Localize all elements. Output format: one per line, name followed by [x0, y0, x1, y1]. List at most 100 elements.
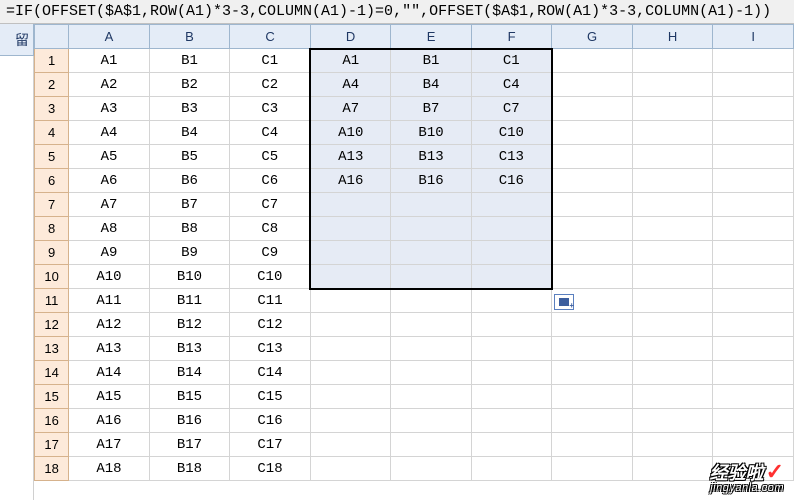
column-header-C[interactable]: C	[230, 25, 311, 49]
row-header-16[interactable]: 16	[35, 409, 69, 433]
sheet-table[interactable]: ABCDEFGHI1A1B1C1A1B1C12A2B2C2A4B4C43A3B3…	[34, 24, 794, 481]
cell[interactable]: B5	[149, 145, 230, 169]
cell[interactable]	[310, 361, 391, 385]
cell[interactable]: A12	[69, 313, 150, 337]
cell[interactable]	[310, 313, 391, 337]
cell[interactable]	[552, 409, 633, 433]
row-header-12[interactable]: 12	[35, 313, 69, 337]
cell[interactable]: A8	[69, 217, 150, 241]
cell[interactable]: A2	[69, 73, 150, 97]
cell[interactable]: B11	[149, 289, 230, 313]
cell[interactable]: C17	[230, 433, 311, 457]
cell[interactable]	[310, 217, 391, 241]
cell[interactable]: C10	[230, 265, 311, 289]
cell[interactable]	[552, 97, 633, 121]
cell[interactable]	[310, 265, 391, 289]
cell[interactable]	[391, 289, 472, 313]
cell[interactable]	[471, 457, 552, 481]
cell[interactable]	[391, 265, 472, 289]
cell[interactable]	[713, 433, 794, 457]
cell[interactable]	[552, 121, 633, 145]
paste-options-tag[interactable]: +	[554, 294, 574, 310]
cell[interactable]	[552, 265, 633, 289]
cell[interactable]	[310, 337, 391, 361]
cell[interactable]: B3	[149, 97, 230, 121]
column-header-G[interactable]: G	[552, 25, 633, 49]
cell[interactable]	[713, 97, 794, 121]
cell[interactable]	[632, 121, 713, 145]
cell[interactable]	[391, 457, 472, 481]
cell[interactable]: B7	[391, 97, 472, 121]
cell[interactable]	[471, 385, 552, 409]
cell[interactable]: A13	[310, 145, 391, 169]
cell[interactable]: A13	[69, 337, 150, 361]
cell[interactable]	[632, 145, 713, 169]
cell[interactable]: A10	[69, 265, 150, 289]
row-header-13[interactable]: 13	[35, 337, 69, 361]
cell[interactable]	[713, 121, 794, 145]
cell[interactable]	[713, 289, 794, 313]
cell[interactable]: B13	[391, 145, 472, 169]
cell[interactable]	[552, 217, 633, 241]
cell[interactable]	[632, 409, 713, 433]
cell[interactable]: B18	[149, 457, 230, 481]
cell[interactable]: B8	[149, 217, 230, 241]
cell[interactable]	[552, 73, 633, 97]
cell[interactable]	[552, 169, 633, 193]
cell[interactable]	[632, 313, 713, 337]
row-header-14[interactable]: 14	[35, 361, 69, 385]
cell[interactable]: C13	[471, 145, 552, 169]
cell[interactable]: C13	[230, 337, 311, 361]
cell[interactable]	[632, 193, 713, 217]
cell[interactable]	[713, 409, 794, 433]
cell[interactable]: A17	[69, 433, 150, 457]
cell[interactable]	[713, 457, 794, 481]
cell[interactable]	[471, 361, 552, 385]
cell[interactable]: A6	[69, 169, 150, 193]
cell[interactable]: B13	[149, 337, 230, 361]
cell[interactable]	[713, 169, 794, 193]
cell[interactable]: A5	[69, 145, 150, 169]
cell[interactable]	[632, 385, 713, 409]
cell[interactable]	[310, 457, 391, 481]
cell[interactable]	[471, 289, 552, 313]
cell[interactable]: B6	[149, 169, 230, 193]
cell[interactable]: B4	[391, 73, 472, 97]
cell[interactable]: C12	[230, 313, 311, 337]
cell[interactable]	[552, 193, 633, 217]
row-header-1[interactable]: 1	[35, 49, 69, 73]
cell[interactable]	[713, 73, 794, 97]
column-header-H[interactable]: H	[632, 25, 713, 49]
cell[interactable]	[552, 385, 633, 409]
cell[interactable]	[632, 97, 713, 121]
cell[interactable]: B15	[149, 385, 230, 409]
cell[interactable]	[552, 313, 633, 337]
cell[interactable]	[552, 361, 633, 385]
row-header-7[interactable]: 7	[35, 193, 69, 217]
cell[interactable]	[471, 265, 552, 289]
cell[interactable]: A11	[69, 289, 150, 313]
cell[interactable]	[471, 313, 552, 337]
cell[interactable]	[391, 409, 472, 433]
cell[interactable]: C6	[230, 169, 311, 193]
cell[interactable]	[552, 433, 633, 457]
cell[interactable]: C9	[230, 241, 311, 265]
cell[interactable]	[632, 241, 713, 265]
cell[interactable]	[632, 73, 713, 97]
cell[interactable]: C3	[230, 97, 311, 121]
column-header-I[interactable]: I	[713, 25, 794, 49]
cell[interactable]: A14	[69, 361, 150, 385]
cell[interactable]	[391, 433, 472, 457]
column-header-F[interactable]: F	[471, 25, 552, 49]
cell[interactable]	[713, 265, 794, 289]
cell[interactable]: B10	[149, 265, 230, 289]
row-header-5[interactable]: 5	[35, 145, 69, 169]
cell[interactable]: C16	[230, 409, 311, 433]
cell[interactable]: B16	[149, 409, 230, 433]
cell[interactable]: A15	[69, 385, 150, 409]
cell[interactable]	[391, 337, 472, 361]
cell[interactable]	[632, 289, 713, 313]
cell[interactable]	[471, 409, 552, 433]
column-header-B[interactable]: B	[149, 25, 230, 49]
cell[interactable]: A18	[69, 457, 150, 481]
